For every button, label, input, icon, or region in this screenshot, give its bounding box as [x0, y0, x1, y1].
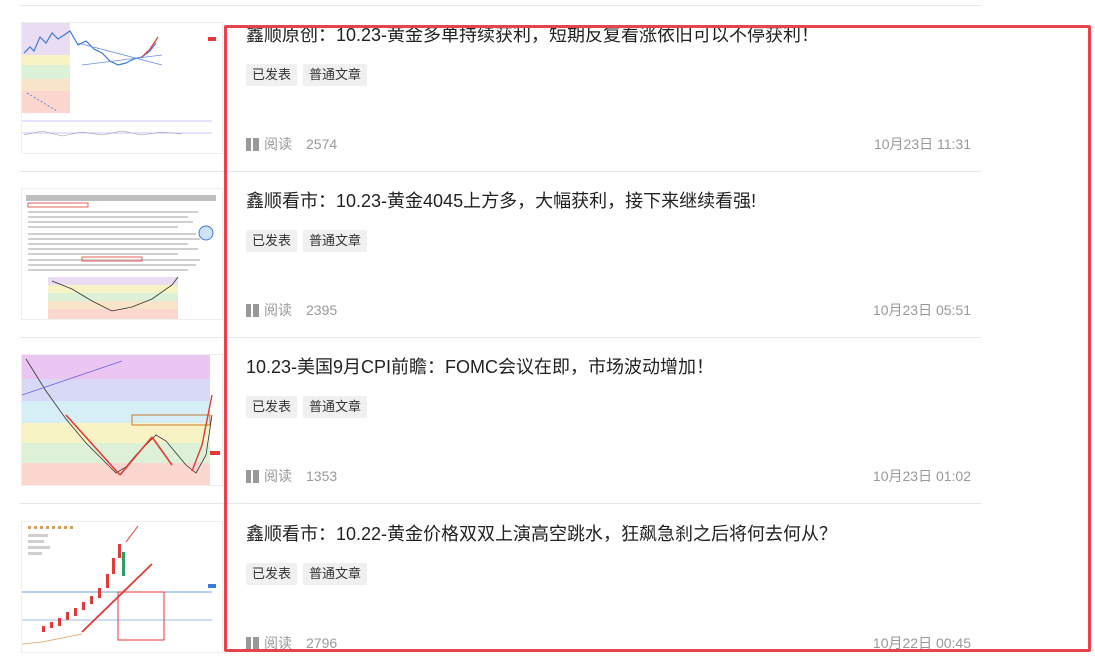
article-thumbnail[interactable]	[21, 22, 223, 154]
article-document-thumbnail	[26, 195, 216, 319]
tag-article-type[interactable]: 普通文章	[303, 230, 368, 252]
reads-label: 阅读	[264, 136, 292, 152]
article-tags: 已发表 普通文章	[246, 396, 368, 418]
price-chart-thumbnail	[22, 525, 216, 645]
tag-article-type[interactable]: 普通文章	[303, 563, 368, 585]
tag-article-type[interactable]: 普通文章	[303, 64, 368, 86]
reads-count: 2796	[306, 635, 338, 651]
tag-published[interactable]: 已发表	[246, 230, 298, 252]
article-meta: 阅读 2796	[246, 633, 337, 653]
fibonacci-chart-thumbnail	[22, 355, 220, 485]
reads-label: 阅读	[264, 635, 292, 651]
publish-date: 10月23日 01:02	[872, 468, 971, 484]
article-item[interactable]: 10.23-美国9月CPI前瞻：FOMC会议在即，市场波动增加！ 已发表 普通文…	[20, 338, 981, 504]
article-meta: 阅读 1353	[246, 466, 337, 486]
candlestick-chart-thumbnail	[22, 23, 216, 137]
article-meta: 阅读 2574	[246, 134, 337, 154]
article-item[interactable]: 鑫顺看市：10.23-黄金4045上方多，大幅获利，接下来继续看强! 已发表 普…	[20, 172, 981, 338]
tag-published[interactable]: 已发表	[246, 563, 298, 585]
tag-published[interactable]: 已发表	[246, 396, 298, 418]
publish-date: 10月23日 11:31	[873, 136, 971, 152]
tag-published[interactable]: 已发表	[246, 64, 298, 86]
article-meta: 阅读 2395	[246, 300, 337, 320]
book-icon	[246, 303, 259, 317]
article-thumbnail[interactable]	[21, 521, 223, 653]
article-title[interactable]: 鑫顺看市：10.22-黄金价格双双上演高空跳水，狂飙急刹之后将何去何从？	[246, 521, 837, 547]
article-title[interactable]: 鑫顺原创：10.23-黄金多单持续获利，短期反复看涨依旧可以不停获利！	[246, 22, 819, 48]
article-thumbnail[interactable]	[21, 354, 223, 486]
article-title[interactable]: 鑫顺看市：10.23-黄金4045上方多，大幅获利，接下来继续看强!	[246, 188, 756, 214]
reads-label: 阅读	[264, 468, 292, 484]
article-item[interactable]: 鑫顺看市：10.22-黄金价格双双上演高空跳水，狂飙急刹之后将何去何从？ 已发表…	[20, 505, 981, 671]
reads-count: 2395	[306, 302, 338, 318]
article-thumbnail[interactable]	[21, 188, 223, 320]
article-item[interactable]: 鑫顺原创：10.23-黄金多单持续获利，短期反复看涨依旧可以不停获利！ 已发表 …	[20, 6, 981, 172]
article-tags: 已发表 普通文章	[246, 230, 368, 252]
book-icon	[246, 137, 259, 151]
tag-article-type[interactable]: 普通文章	[303, 396, 368, 418]
publish-date: 10月22日 00:45	[872, 635, 971, 651]
book-icon	[246, 636, 259, 650]
reads-count: 1353	[306, 468, 338, 484]
reads-count: 2574	[306, 136, 338, 152]
book-icon	[246, 469, 259, 483]
article-tags: 已发表 普通文章	[246, 563, 368, 585]
reads-label: 阅读	[264, 302, 292, 318]
article-tags: 已发表 普通文章	[246, 64, 368, 86]
publish-date: 10月23日 05:51	[872, 302, 971, 318]
article-title[interactable]: 10.23-美国9月CPI前瞻：FOMC会议在即，市场波动增加！	[246, 354, 714, 380]
